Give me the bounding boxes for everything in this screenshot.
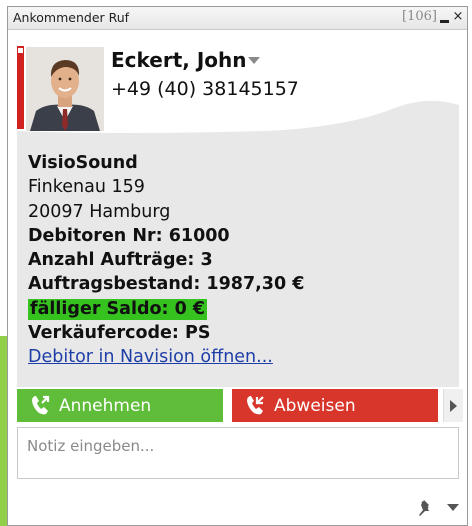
pin-icon[interactable] — [413, 497, 435, 519]
accept-call-label: Annehmen — [59, 396, 152, 416]
balance-due: fälliger Saldo: 0 € — [28, 298, 208, 320]
chevron-down-icon[interactable] — [248, 57, 260, 64]
order-stock: Auftragsbestand: 1987,30 € — [28, 274, 305, 295]
window-title: Ankommender Ruf — [13, 10, 130, 25]
company-name: VisioSound — [28, 153, 138, 173]
close-button[interactable]: × — [452, 9, 464, 25]
seller-code: Verkäufercode: PS — [28, 323, 211, 344]
chevron-down-icon[interactable] — [447, 504, 459, 511]
open-debtor-link[interactable]: Debitor in Navision öffnen... — [28, 347, 273, 367]
phone-accept-icon — [32, 395, 50, 415]
more-actions-button[interactable] — [443, 389, 463, 422]
caller-details-panel: VisioSound Finkenau 159 20097 Hamburg De… — [17, 91, 459, 387]
reject-call-label: Abweisen — [274, 396, 356, 416]
reject-call-button[interactable]: Abweisen — [232, 389, 438, 422]
minimize-button[interactable] — [439, 10, 451, 26]
incoming-call-window: Ankommender Ruf [106] × Eckert, John +49… — [7, 6, 468, 526]
accept-call-button[interactable]: Annehmen — [17, 389, 223, 422]
details-text: VisioSound Finkenau 159 20097 Hamburg De… — [28, 151, 304, 370]
phone-reject-icon — [247, 396, 264, 415]
note-placeholder: Notiz eingeben... — [27, 437, 155, 455]
caller-name: Eckert, John — [111, 48, 247, 72]
note-field[interactable]: Notiz eingeben... — [17, 427, 459, 479]
call-counter: [106] — [402, 9, 437, 24]
city-address: 20097 Hamburg — [28, 201, 171, 222]
street-address: Finkenau 159 — [28, 177, 145, 198]
title-bar[interactable]: Ankommender Ruf [106] × — [8, 7, 467, 30]
debtor-number: Debitoren Nr: 61000 — [28, 225, 230, 246]
order-count: Anzahl Aufträge: 3 — [28, 250, 213, 271]
